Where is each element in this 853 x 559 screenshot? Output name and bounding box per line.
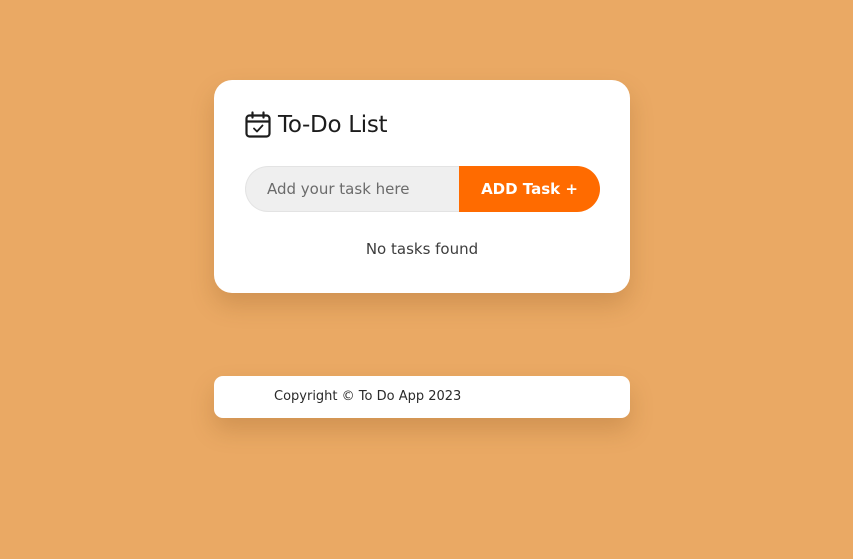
footer: Copyright © To Do App 2023 xyxy=(214,376,630,418)
page-title: To-Do List xyxy=(278,112,388,138)
add-task-row: ADD Task + xyxy=(245,166,600,212)
task-input[interactable] xyxy=(245,166,459,212)
copyright-text: Copyright © To Do App 2023 xyxy=(274,389,462,404)
empty-state-message: No tasks found xyxy=(365,240,479,258)
calendar-check-icon xyxy=(245,111,271,139)
header: To-Do List xyxy=(245,111,388,139)
add-task-button[interactable]: ADD Task + xyxy=(459,166,600,212)
todo-card: To-Do List ADD Task + No tasks found xyxy=(214,80,630,293)
